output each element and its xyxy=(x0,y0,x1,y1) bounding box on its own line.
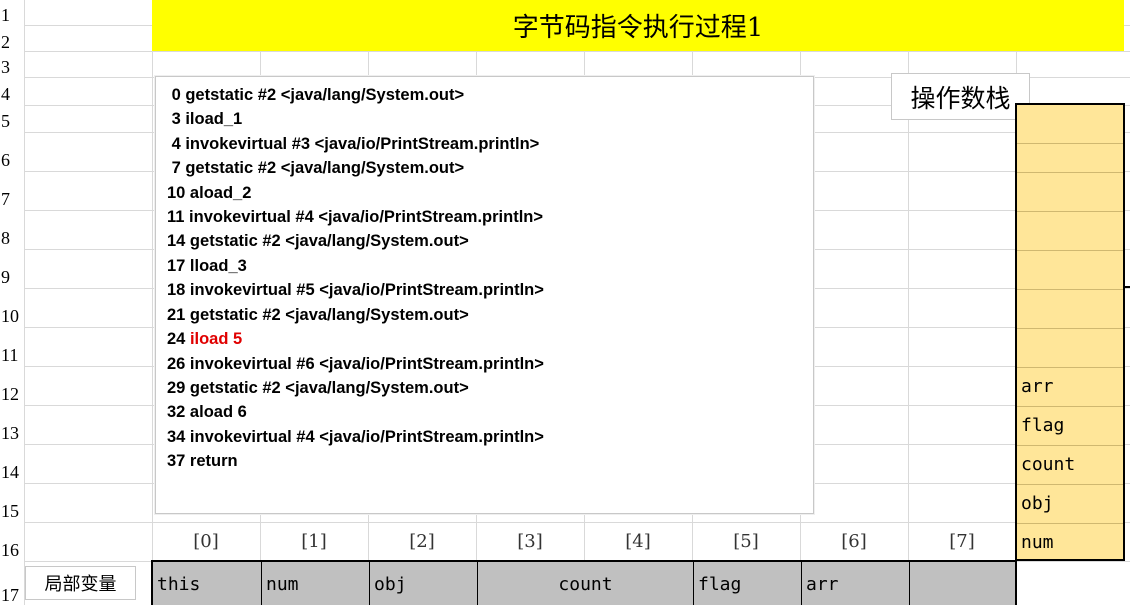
local-var-index: [3] xyxy=(517,531,543,552)
grid-col-line xyxy=(24,0,25,605)
bytecode-line: 7 getstatic #2 <java/lang/System.out> xyxy=(167,159,465,177)
row-number: 14 xyxy=(1,462,19,482)
bytecode-line: 26 invokevirtual #6 <java/io/PrintStream… xyxy=(167,355,544,373)
row-number: 17 xyxy=(1,585,19,605)
row-number: 15 xyxy=(1,501,19,521)
bytecode-line: 3 iload_1 xyxy=(167,110,243,128)
stack-slot xyxy=(1017,251,1123,290)
page-title: 字节码指令执行过程1 xyxy=(512,13,764,43)
bytecode-line: 34 invokevirtual #4 <java/io/PrintStream… xyxy=(167,428,544,446)
bytecode-line-current: 24 iload 5 xyxy=(167,330,243,348)
stack-slot xyxy=(1017,173,1123,212)
local-var-index: [6] xyxy=(841,531,867,552)
local-var-slot xyxy=(910,562,1015,605)
local-var-index: [2] xyxy=(409,531,435,552)
stack-slot xyxy=(1017,329,1123,368)
row-number: 8 xyxy=(1,228,10,248)
row-number: 4 xyxy=(1,84,10,104)
stack-edge-mark xyxy=(1124,286,1130,288)
bytecode-line: 21 getstatic #2 <java/lang/System.out> xyxy=(167,306,469,324)
row-number: 3 xyxy=(1,57,10,77)
bytecode-line: 11 invokevirtual #4 <java/io/PrintStream… xyxy=(167,208,543,226)
local-var-slot: num xyxy=(262,562,370,605)
local-var-slot: flag xyxy=(694,562,802,605)
local-var-slot: obj xyxy=(370,562,478,605)
stack-slot xyxy=(1017,212,1123,251)
local-var-index: [4] xyxy=(625,531,651,552)
stack-slot: obj xyxy=(1017,485,1123,524)
grid-row-line xyxy=(24,51,1130,52)
current-instruction: iload 5 xyxy=(189,330,243,348)
row-number: 2 xyxy=(1,32,10,52)
local-var-index: [1] xyxy=(301,531,327,552)
bytecode-line: 0 getstatic #2 <java/lang/System.out> xyxy=(167,86,465,104)
bytecode-line: 18 invokevirtual #5 <java/io/PrintStream… xyxy=(167,281,544,299)
bytecode-line: 17 lload_3 xyxy=(167,257,247,275)
local-vars-table: this num obj count flag arr xyxy=(151,560,1017,605)
row-number: 1 xyxy=(1,5,10,25)
row-number: 12 xyxy=(1,384,19,404)
local-vars-label: 局部变量 xyxy=(25,566,136,600)
bytecode-line: 14 getstatic #2 <java/lang/System.out> xyxy=(167,232,469,250)
stack-slot: arr xyxy=(1017,368,1123,407)
grid-row-line xyxy=(24,522,1130,523)
bytecode-line: 29 getstatic #2 <java/lang/System.out> xyxy=(167,379,469,397)
row-number: 16 xyxy=(1,540,19,560)
row-number: 6 xyxy=(1,150,10,170)
operand-stack-label: 操作数栈 xyxy=(891,73,1030,120)
bytecode-line: 37 return xyxy=(167,452,238,470)
grid-col-line xyxy=(152,0,153,605)
stack-slot xyxy=(1017,134,1123,173)
row-number: 9 xyxy=(1,267,10,287)
row-number: 10 xyxy=(1,306,19,326)
operand-stack: arr flag count obj num xyxy=(1015,103,1125,561)
local-var-index: [0] xyxy=(193,531,219,552)
bytecode-line: 10 aload_2 xyxy=(167,184,252,202)
row-number: 7 xyxy=(1,189,10,209)
stack-slot: flag xyxy=(1017,407,1123,446)
local-var-slot: this xyxy=(153,562,262,605)
local-var-index: [5] xyxy=(733,531,759,552)
bytecode-line: 32 aload 6 xyxy=(167,403,247,421)
row-number: 13 xyxy=(1,423,19,443)
stack-slot xyxy=(1017,290,1123,329)
row-number: 5 xyxy=(1,111,10,131)
row-number: 11 xyxy=(1,345,19,365)
stack-slot: count xyxy=(1017,446,1123,485)
local-var-slot-wide: count xyxy=(478,562,694,605)
local-var-index: [7] xyxy=(949,531,975,552)
local-var-slot: arr xyxy=(802,562,910,605)
bytecode-line: 4 invokevirtual #3 <java/io/PrintStream.… xyxy=(167,135,540,153)
stack-slot: num xyxy=(1021,532,1054,553)
